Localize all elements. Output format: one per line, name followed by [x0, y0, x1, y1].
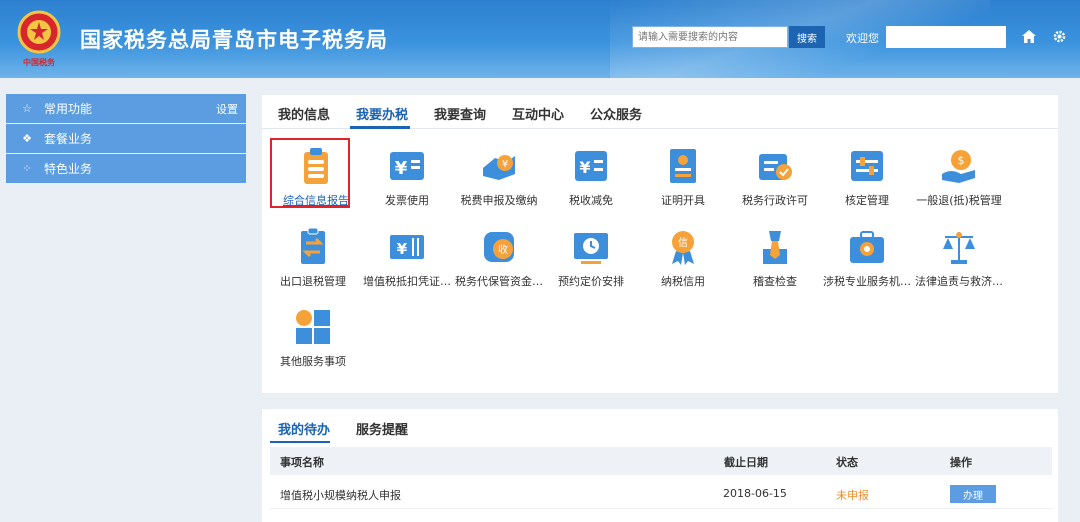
tax-emblem-icon: 中国税务	[17, 10, 61, 67]
service-export-refund[interactable]: 出口退税管理	[268, 223, 358, 295]
service-label: 其他服务事项	[280, 355, 346, 368]
sidebar-settings-link[interactable]: 设置	[216, 101, 238, 117]
svg-text:¥: ¥	[502, 159, 508, 170]
payment-icon: ¥	[483, 155, 515, 180]
invoice-icon: ¥	[390, 152, 424, 180]
site-title: 国家税务总局青岛市电子税务局	[80, 28, 388, 52]
service-invoice-use[interactable]: ¥ 发票使用	[362, 142, 452, 214]
service-tax-credit[interactable]: 信 纳税信用	[638, 223, 728, 295]
service-panel: 我的信息 我要办税 我要查询 互动中心 公众服务 综合信息报告 ¥ 发票使用 ¥	[262, 95, 1058, 393]
medal-icon: 信	[672, 231, 694, 265]
tiles-icon	[296, 310, 330, 344]
svg-text:$: $	[958, 154, 965, 167]
service-comprehensive-info-report[interactable]: 综合信息报告	[270, 138, 361, 214]
service-tax-declaration-payment[interactable]: ¥ 税费申报及缴纳	[454, 142, 544, 214]
gear-icon[interactable]	[1053, 30, 1066, 47]
tab-interaction[interactable]: 互动中心	[512, 104, 564, 123]
column-header: 操作	[950, 456, 972, 469]
service-audit-inspection[interactable]: 稽查检查	[730, 223, 820, 295]
service-administrative-license[interactable]: 税务行政许可	[730, 142, 820, 214]
tab-query[interactable]: 我要查询	[434, 104, 486, 123]
export-icon	[301, 227, 325, 264]
svg-text:收: 收	[498, 243, 508, 256]
service-fund-custody[interactable]: 收 税务代保管资金…	[454, 223, 544, 295]
service-vat-deduction-voucher[interactable]: ¥ 增值税抵扣凭证…	[362, 223, 452, 295]
search-input[interactable]	[632, 26, 788, 48]
svg-text:¥: ¥	[395, 158, 408, 179]
schedule-icon	[574, 233, 608, 264]
todo-panel: 我的待办 服务提醒 事项名称 截止日期 状态 操作 增值税小规模纳税人申报 20…	[262, 409, 1058, 522]
service-refund-management[interactable]: $ 一般退(抵)税管理	[914, 142, 1004, 214]
home-icon[interactable]	[1022, 30, 1036, 47]
tab-public-service[interactable]: 公众服务	[590, 104, 642, 123]
active-tab-indicator	[270, 441, 330, 443]
sidebar-item-label: 特色业务	[44, 162, 93, 176]
sidebar-item-common-functions[interactable]: ☆ 常用功能 设置	[6, 94, 246, 123]
service-advance-pricing[interactable]: 预约定价安排	[546, 223, 636, 295]
tax-reduction-icon: ¥	[575, 151, 607, 181]
tab-my-info[interactable]: 我的信息	[278, 104, 330, 123]
active-tab-indicator	[350, 126, 410, 129]
tab-my-todo[interactable]: 我的待办	[278, 419, 330, 438]
refund-icon: $	[942, 150, 975, 183]
layers-icon: ❖	[22, 132, 32, 145]
grid-icon: ⁘	[22, 162, 32, 175]
service-other-matters[interactable]: 其他服务事项	[268, 303, 358, 375]
service-tax-reduction[interactable]: ¥ 税收减免	[546, 142, 636, 214]
approval-icon	[759, 154, 792, 180]
svg-text:¥: ¥	[579, 158, 590, 177]
table-header: 事项名称 截止日期 状态 操作	[270, 447, 1052, 475]
sidebar-item-special-business[interactable]: ⁘ 特色业务	[6, 154, 246, 183]
clipboard-icon	[304, 148, 328, 184]
site-header: 中国税务 国家税务总局青岛市电子税务局 搜索 欢迎您	[0, 0, 1080, 78]
column-header: 事项名称	[280, 456, 324, 469]
voucher-icon: ¥	[390, 235, 424, 259]
main-tabs: 我的信息 我要办税 我要查询 互动中心 公众服务	[262, 95, 1058, 129]
service-certificate-issue[interactable]: 证明开具	[638, 142, 728, 214]
sidebar-item-label: 常用功能	[44, 102, 93, 116]
service-label: 法律追责与救济…	[915, 275, 1003, 288]
handle-button[interactable]: 办理	[950, 485, 996, 503]
todo-deadline: 2018-06-15	[723, 487, 787, 500]
sidebar-item-label: 套餐业务	[44, 132, 93, 146]
tab-handle-tax[interactable]: 我要办税	[356, 104, 408, 123]
svg-text:信: 信	[678, 237, 688, 249]
column-header: 截止日期	[724, 456, 768, 469]
todo-item-name: 增值税小规模纳税人申报	[280, 489, 401, 502]
service-legal-remedy[interactable]: 法律追责与救济…	[914, 223, 1004, 295]
search-button[interactable]: 搜索	[789, 26, 825, 48]
briefcase-icon	[850, 231, 884, 263]
scales-icon	[943, 232, 975, 264]
sidebar-item-package-business[interactable]: ❖ 套餐业务	[6, 124, 246, 153]
service-label: 一般退(抵)税管理	[916, 194, 1002, 207]
status-badge: 未申报	[836, 489, 869, 502]
service-assessment-management[interactable]: 核定管理	[822, 142, 912, 214]
sliders-icon	[851, 151, 883, 181]
user-name-redacted	[886, 26, 1006, 48]
svg-text:¥: ¥	[397, 240, 408, 258]
table-row: 增值税小规模纳税人申报 2018-06-15 未申报 办理	[270, 481, 1052, 509]
todo-tabs: 我的待办 服务提醒	[262, 409, 1058, 443]
star-icon: ☆	[22, 102, 32, 115]
sidebar: ☆ 常用功能 设置 ❖ 套餐业务 ⁘ 特色业务	[6, 94, 246, 184]
emblem-text: 中国税务	[23, 57, 56, 67]
column-header: 状态	[836, 456, 858, 469]
certificate-icon	[670, 149, 696, 183]
inspector-icon	[763, 231, 787, 264]
welcome-text: 欢迎您	[846, 32, 879, 45]
custody-icon: 收	[484, 232, 514, 262]
tab-service-reminder[interactable]: 服务提醒	[356, 419, 408, 438]
service-professional-agencies[interactable]: 涉税专业服务机…	[822, 223, 912, 295]
